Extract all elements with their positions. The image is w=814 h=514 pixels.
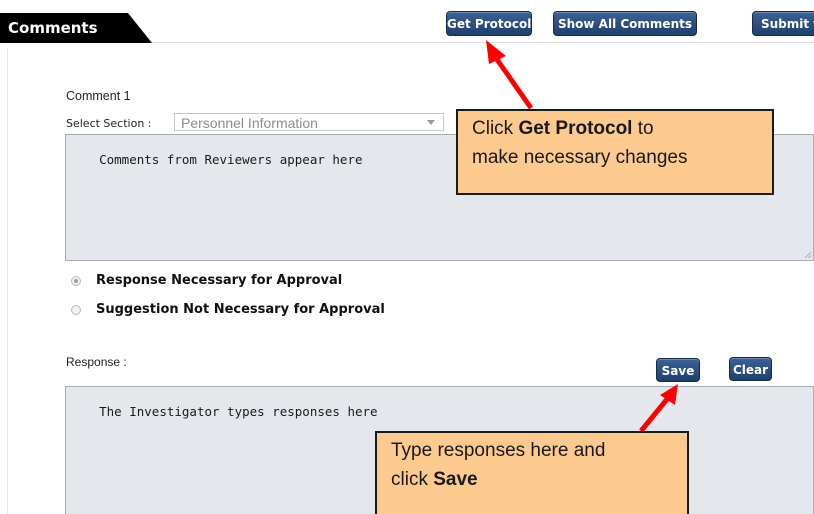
callout-line-1: Type responses here and [391, 440, 606, 461]
callout-bold-text: Save [433, 469, 478, 490]
resize-handle-icon[interactable] [805, 252, 811, 258]
chevron-down-icon [427, 120, 435, 125]
header-divider [152, 42, 814, 43]
callout-text: to [632, 118, 654, 139]
clear-button[interactable]: Clear [729, 357, 772, 381]
callout-text: Click [472, 118, 519, 139]
comments-page: Comments Get Protocol Show All Comments … [0, 0, 814, 514]
callout-line-2: make necessary changes [472, 147, 688, 168]
select-section-value: Personnel Information [181, 115, 318, 131]
suggestion-not-necessary-label: Suggestion Not Necessary for Approval [96, 302, 385, 317]
comment-heading: Comment 1 [66, 89, 131, 103]
select-section-label: Select Section : [66, 117, 152, 130]
suggestion-not-necessary-radio[interactable] [71, 305, 81, 315]
callout-line-2: click Save [391, 465, 673, 494]
response-necessary-radio[interactable] [71, 276, 81, 286]
select-section-dropdown[interactable]: Personnel Information [174, 113, 444, 131]
callout-bold-text: Get Protocol [518, 118, 633, 139]
content-left-border [7, 48, 8, 514]
callout-line-1: Click Get Protocol to [472, 114, 758, 143]
callout-text: click [391, 469, 434, 490]
show-all-comments-button[interactable]: Show All Comments [553, 11, 697, 36]
arrow-to-get-protocol [486, 40, 534, 110]
response-necessary-label: Response Necessary for Approval [96, 273, 343, 288]
reviewer-comments-text: Comments from Reviewers appear here [99, 152, 363, 167]
save-callout: Type responses here and click Save [375, 431, 689, 514]
submit-button[interactable]: Submit to [752, 11, 814, 36]
response-text: The Investigator types responses here [99, 404, 378, 419]
page-title: Comments [8, 19, 98, 37]
response-label: Response : [66, 355, 127, 369]
save-button[interactable]: Save [656, 358, 700, 382]
get-protocol-callout: Click Get Protocol to make necessary cha… [456, 109, 774, 195]
get-protocol-button[interactable]: Get Protocol [446, 11, 532, 36]
